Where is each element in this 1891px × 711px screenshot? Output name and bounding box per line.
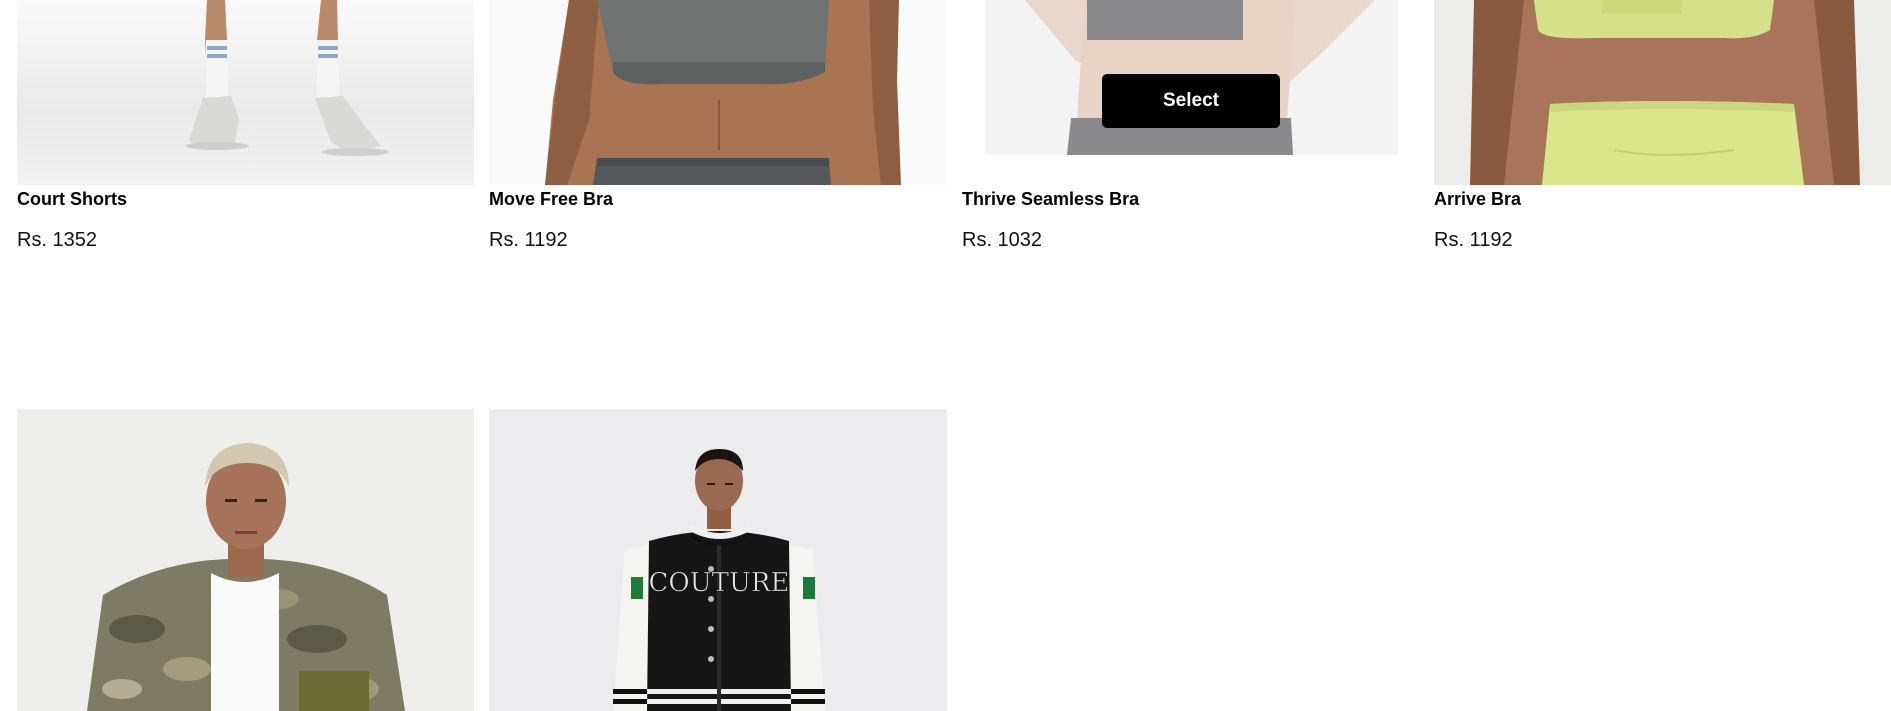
product-title[interactable]: Court Shorts	[17, 189, 127, 209]
camo-jacket-photo	[87, 443, 405, 711]
product-image-varsity-jacket[interactable]: COUTURE	[489, 409, 947, 711]
jacket-lettering: COUTURE	[649, 568, 790, 598]
product-title[interactable]: Move Free Bra	[489, 189, 613, 209]
arrive-bra-photo	[1470, 0, 1860, 185]
product-image-court-shorts[interactable]	[17, 0, 474, 185]
product-title[interactable]: Thrive Seamless Bra	[962, 189, 1139, 209]
product-image-arrive-bra[interactable]	[1434, 0, 1891, 185]
product-price: Rs. 1192	[1434, 229, 1513, 251]
product-title[interactable]: Arrive Bra	[1434, 189, 1521, 209]
product-price: Rs. 1352	[17, 229, 98, 251]
varsity-jacket-photo: COUTURE	[613, 449, 825, 711]
product-price: Rs. 1032	[962, 229, 1043, 251]
product-image-camo-jacket[interactable]	[17, 409, 474, 711]
product-price: Rs. 1192	[489, 229, 568, 251]
move-free-bra-photo	[545, 0, 901, 185]
product-image-move-free-bra[interactable]	[489, 0, 947, 185]
court-shorts-photo	[185, 0, 389, 156]
select-button[interactable]: Select	[1102, 74, 1280, 128]
